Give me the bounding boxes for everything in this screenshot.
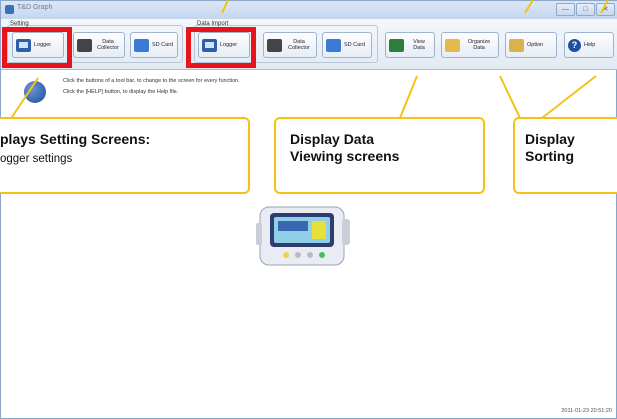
organize-data-button[interactable]: Organize Data	[441, 32, 499, 58]
callout-setting-subtitle: ogger settings	[0, 153, 73, 165]
status-timestamp: 2011-01-23 20:51:20	[561, 408, 612, 414]
setting-data-collector-button[interactable]: Data Collector	[73, 32, 125, 58]
callout-organize-data: Display Sorting	[513, 117, 617, 194]
help-button[interactable]: ? Help	[564, 32, 614, 58]
import-logger-highlight	[186, 27, 256, 68]
title-bar: T&D Graph — □ ✕	[1, 1, 617, 19]
data-collector-icon	[77, 38, 92, 52]
button-label: Organize Data	[467, 39, 491, 51]
option-icon	[509, 38, 524, 52]
toolbar: Setting Data Import Logger Data Collecto…	[1, 19, 617, 70]
close-button[interactable]: ✕	[596, 3, 615, 16]
option-button[interactable]: Option	[505, 32, 557, 58]
info-line-2: Click the [HELP] button, to display the …	[63, 89, 179, 95]
button-label: SD Card	[152, 42, 174, 48]
sd-card-icon	[134, 38, 149, 52]
callout-setting: plays Setting Screens: ogger settings	[0, 117, 250, 194]
view-data-icon	[389, 38, 404, 52]
minimize-button[interactable]: —	[556, 3, 575, 16]
help-icon: ?	[568, 38, 581, 52]
callout-view-title-1: Display Data	[290, 131, 375, 147]
callout-view-title-2: Viewing screens	[290, 148, 400, 164]
sd-card-icon	[326, 38, 341, 52]
button-label: View Data	[413, 39, 425, 51]
callout-organize-title-1: Display	[525, 131, 575, 147]
app-window: T&D Graph — □ ✕ Setting Data Import Logg…	[0, 0, 617, 419]
button-label: SD Card	[344, 42, 366, 48]
button-label: Option	[527, 42, 544, 48]
window-title: T&D Graph	[17, 4, 53, 11]
button-label: Help	[584, 42, 596, 48]
setting-sd-card-button[interactable]: SD Card	[130, 32, 178, 58]
info-icon	[24, 81, 46, 103]
logger-device-image	[256, 206, 350, 266]
callout-organize-title-2: Sorting	[525, 148, 574, 164]
data-collector-icon	[267, 38, 282, 52]
setting-logger-highlight	[2, 27, 72, 68]
app-icon	[5, 5, 14, 14]
callout-view-data: Display Data Viewing screens	[274, 117, 485, 194]
info-line-1: Click the buttons of a tool bar, to chan…	[63, 78, 240, 84]
import-data-collector-button[interactable]: Data Collector	[263, 32, 317, 58]
import-sd-card-button[interactable]: SD Card	[322, 32, 372, 58]
button-label: Data Collector	[97, 39, 119, 51]
maximize-button[interactable]: □	[576, 3, 595, 16]
callout-setting-title: plays Setting Screens:	[0, 131, 151, 147]
button-label: Data Collector	[288, 39, 310, 51]
view-data-button[interactable]: View Data	[385, 32, 435, 58]
organize-data-icon	[445, 38, 460, 52]
